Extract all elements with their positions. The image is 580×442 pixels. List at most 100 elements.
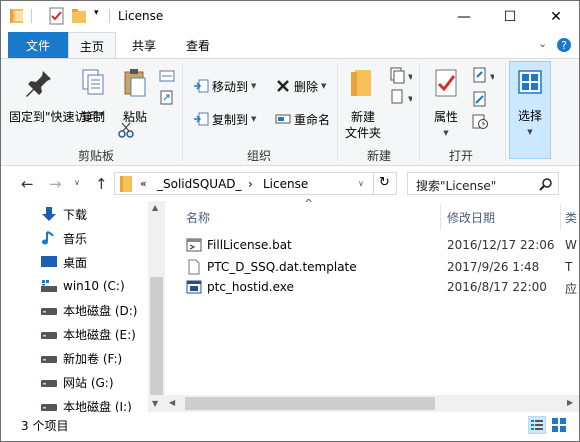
file-row[interactable]: PTC_D_SSQ.dat.template 2017/9/26 1:48 T (165, 257, 579, 277)
nav-item-drive-d[interactable]: 本地磁盘 (D:) (41, 299, 137, 321)
file-name: ptc_hostid.exe (207, 280, 294, 294)
nav-item-downloads[interactable]: 下载 (41, 203, 87, 225)
nav-pane-scrollbar[interactable]: ▲ ▼ (148, 201, 165, 412)
copy-button[interactable]: 复制 (73, 65, 113, 125)
recent-locations-icon[interactable]: ∨ (74, 178, 80, 187)
properties-label: 属性 (433, 110, 458, 124)
search-placeholder: 搜索"License" (416, 179, 497, 193)
file-row[interactable]: FillLicense.bat 2016/12/17 22:06 W (165, 235, 579, 255)
address-dropdown-icon[interactable]: ∨ (358, 179, 364, 188)
nav-item-drive-f[interactable]: 新加卷 (F:) (41, 347, 122, 369)
nav-item-drive-e[interactable]: 本地磁盘 (E:) (41, 323, 136, 345)
new-folder-icon[interactable] (71, 7, 87, 25)
item-count: 3 个项目 (21, 419, 69, 433)
pin-icon (26, 71, 51, 97)
new-folder-label: 新建 文件夹 (344, 110, 381, 140)
paste-shortcut-icon[interactable] (159, 89, 175, 105)
copy-label: 复制 (80, 110, 105, 124)
search-input[interactable]: 搜索"License" (407, 172, 559, 195)
maximize-button[interactable]: ☐ (487, 1, 533, 32)
nav-item-desktop[interactable]: 桌面 (41, 251, 87, 273)
paste-icon (124, 69, 146, 97)
properties-button[interactable]: 属性 ▼ (425, 65, 467, 141)
svg-text:▼: ▼ (408, 95, 412, 103)
file-name: FillLicense.bat (207, 238, 292, 252)
batch-file-icon (186, 238, 202, 252)
path-separator[interactable]: › (248, 177, 253, 191)
copy-to-button[interactable]: 复制到 ▼ (193, 109, 256, 129)
column-divider[interactable] (560, 204, 561, 230)
tab-share[interactable]: 共享 (118, 32, 170, 58)
close-button[interactable]: ✕ (533, 1, 579, 32)
properties-icon[interactable] (49, 7, 65, 25)
refresh-icon[interactable]: ↻ (379, 175, 390, 190)
pin-to-quick-access-button[interactable]: 固定到"快速访问" (9, 65, 104, 125)
properties-icon (435, 69, 457, 97)
path-segment-license[interactable]: License (263, 177, 308, 191)
large-icons-view-icon[interactable] (550, 416, 568, 434)
move-to-button[interactable]: 移动到 ▼ (193, 76, 256, 96)
nav-item-drive-c[interactable]: win10 (C:) (41, 275, 125, 297)
new-folder-button[interactable]: 新建 文件夹 (341, 65, 385, 141)
column-header-name[interactable]: 名称 (186, 204, 210, 230)
delete-button[interactable]: 删除 ▼ (275, 76, 326, 96)
group-divider (182, 63, 183, 161)
nav-item-drive-g[interactable]: 网站 (G:) (41, 371, 114, 393)
column-header-type[interactable]: 类 (565, 204, 577, 230)
windows-drive-icon (41, 280, 57, 292)
nav-item-label: win10 (C:) (63, 279, 125, 293)
new-item-icon[interactable]: ▼ (390, 67, 412, 85)
scroll-left-icon[interactable]: ◀ (169, 398, 175, 407)
tab-home[interactable]: 主页 (68, 32, 116, 59)
paste-button[interactable]: 粘贴 (115, 65, 155, 125)
file-row[interactable]: ptc_hostid.exe 2016/8/17 22:00 应 (165, 277, 579, 297)
column-header-date[interactable]: 修改日期 (447, 204, 495, 230)
title-divider (109, 9, 110, 23)
ribbon: 固定到"快速访问" 复制 粘贴 剪贴板 移动到 ▼ 复制到 ▼ 删除 ▼ 重命名… (1, 58, 579, 166)
new-folder-icon (351, 70, 371, 96)
collapse-ribbon-icon[interactable]: ⌄ (538, 37, 547, 50)
nav-item-music[interactable]: 音乐 (41, 227, 87, 249)
back-arrow-icon[interactable]: ← (21, 175, 34, 193)
up-arrow-icon[interactable]: ↑ (95, 175, 108, 193)
file-list-h-scrollbar[interactable]: ◀ ▶ (165, 395, 579, 412)
chevron-down-icon: ▼ (527, 128, 533, 136)
open-icon[interactable]: ▼ (472, 67, 494, 85)
scrollbar-thumb[interactable] (150, 277, 163, 395)
column-divider[interactable] (440, 204, 441, 230)
clipboard-group-label: 剪贴板 (77, 149, 114, 163)
copy-path-icon[interactable] (159, 69, 175, 83)
svg-text:?: ? (561, 39, 567, 52)
group-divider (419, 63, 420, 161)
path-overflow[interactable]: « (140, 177, 147, 190)
nav-item-label: 音乐 (63, 231, 88, 246)
scroll-up-icon[interactable]: ▲ (152, 203, 158, 212)
history-icon[interactable] (472, 113, 488, 129)
sort-ascending-icon: ^ (304, 197, 314, 210)
cut-icon[interactable] (118, 122, 134, 138)
select-button[interactable]: 选择 ▼ (509, 61, 551, 159)
easy-access-icon[interactable]: ▼ (390, 89, 412, 107)
address-bar[interactable]: « _SolidSQUAD_ › License ∨ ↻ (114, 172, 397, 195)
path-segment-solidsquad[interactable]: _SolidSQUAD_ (157, 177, 242, 191)
tab-file[interactable]: 文件 (8, 32, 68, 58)
scroll-down-icon[interactable]: ▼ (152, 399, 158, 408)
nav-item-label: 本地磁盘 (D:) (63, 303, 138, 318)
forward-arrow-icon[interactable]: → (49, 175, 62, 193)
scrollbar-thumb[interactable] (185, 397, 435, 410)
quick-access-dropdown-icon[interactable]: ▾ (94, 8, 99, 18)
details-view-icon[interactable] (528, 416, 546, 434)
tab-view[interactable]: 查看 (170, 32, 226, 58)
minimize-button[interactable]: — (441, 1, 487, 32)
help-icon[interactable]: ? (556, 37, 572, 53)
drive-icon (41, 308, 57, 315)
search-icon[interactable] (539, 177, 553, 191)
group-divider (337, 63, 338, 161)
rename-button[interactable]: 重命名 (275, 109, 330, 129)
move-to-label: 移动到 (212, 79, 249, 94)
scroll-right-icon[interactable]: ▶ (567, 398, 573, 407)
title-bar: ▾ License — ☐ ✕ (1, 1, 579, 32)
edit-icon[interactable] (472, 91, 488, 107)
music-icon (42, 231, 54, 245)
file-type: T (565, 260, 573, 274)
